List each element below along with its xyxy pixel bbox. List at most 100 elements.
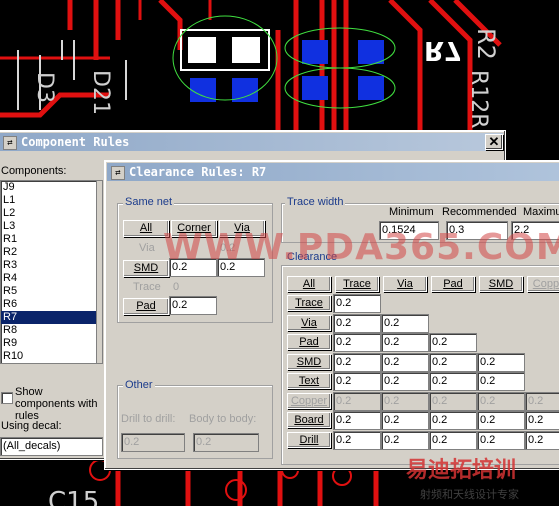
clearance-cell[interactable]: 0.2 [333,372,381,391]
clearance-cell[interactable]: 0.2 [381,430,429,450]
list-item[interactable]: L1 [1,194,102,207]
clearance-cell[interactable]: 0.2 [333,294,381,313]
same-net-smd-button[interactable]: SMD [123,260,169,277]
clearance-col-trace-button[interactable]: Trace [335,276,379,292]
clearance-row-copper-button: Copper [287,392,331,409]
clearance-cell: 0.2 [333,391,381,411]
clearance-cell[interactable]: 0.2 [429,352,477,372]
same-net-trace-value: 0 [173,281,180,293]
list-item[interactable]: R8 [1,324,102,337]
clearance-row-drill-button[interactable]: Drill [287,431,331,448]
body-to-body-field: 0.2 [193,433,259,452]
decal-select[interactable]: (All_decals) [0,437,103,456]
body-to-body-label: Body to body: [189,413,257,425]
show-components-label: Show components with rules [15,386,98,422]
same-net-all-button[interactable]: All [123,220,169,237]
clearance-cell[interactable]: 0.2 [381,352,429,372]
clearance-cell: 0.2 [381,391,429,411]
trace-width-minimum-field[interactable]: 0.1524 [379,221,439,240]
pcb-label-r2: R2 [472,28,500,60]
same-net-pad-field[interactable]: 0.2 [169,296,217,315]
clearance-row-pad-button[interactable]: Pad [287,334,331,350]
clearance-title: Clearance [285,251,340,263]
clearance-row-smd-button[interactable]: SMD [287,353,331,370]
clearance-cell[interactable]: 0.2 [333,430,381,450]
list-item[interactable]: R4 [1,272,102,285]
pcb-label-r7: R7 [424,35,462,65]
list-item-selected[interactable]: R7 [1,311,102,324]
clearance-row-via-button[interactable]: Via [287,314,331,331]
minimum-label: Minimum [389,206,434,218]
clearance-rules-window: ⇄ Clearance Rules: R7 Same net All Corner… [104,160,559,470]
trace-width-recommended-field[interactable]: 0.3 [446,221,508,240]
pcb-label-d21: D21 [88,70,113,115]
clearance-cell[interactable]: 0.2 [333,333,381,352]
list-item[interactable]: R2 [1,246,102,259]
clearance-cell[interactable]: 0.2 [477,352,525,372]
clearance-col-via-button[interactable]: Via [383,276,427,292]
same-net-smd-field[interactable]: 0.2 [169,258,217,277]
pcb-label-c15: C15 [48,487,99,506]
clearance-cell[interactable]: 0.2 [429,411,477,430]
clearance-cell[interactable]: 0.2 [477,430,525,450]
same-net-via-row-label: Via [139,242,155,254]
close-button[interactable]: ✕ [485,134,503,150]
pcb-label-d3: D3 [32,72,57,103]
clearance-cell[interactable]: 0.2 [381,411,429,430]
clearance-cell[interactable]: 0.2 [525,430,559,450]
watermark-logo: 易迪拓培训 [406,458,517,483]
clearance-row-text-button[interactable]: Text [287,373,331,389]
clearance-cell[interactable]: 0.2 [381,333,429,352]
clearance-row-trace-button[interactable]: Trace [287,295,331,311]
list-item[interactable]: L3 [1,220,102,233]
clearance-cell[interactable]: 0.2 [333,352,381,372]
clearance-all-button[interactable]: All [287,276,331,292]
same-net-pad-button[interactable]: Pad [123,298,169,315]
components-label: Components: [1,165,67,177]
clearance-rules-titlebar[interactable]: ⇄ Clearance Rules: R7 [107,163,559,181]
window-menu-icon[interactable]: ⇄ [111,165,125,180]
list-item[interactable]: R10 [1,350,102,363]
clearance-cell[interactable]: 0.2 [429,372,477,391]
clearance-cell: 0.2 [477,391,525,411]
clearance-cell[interactable]: 0.2 [381,372,429,391]
watermark-subtitle: 射频和天线设计专家 [420,488,519,501]
clearance-rules-title: Clearance Rules: R7 [129,165,267,179]
clearance-cell[interactable]: 0.2 [429,333,477,352]
clearance-cell: 0.2 [525,391,559,411]
clearance-col-coppe-button: Coppe [527,276,559,292]
other-title: Other [123,379,155,391]
same-net-via-button[interactable]: Via [219,220,265,237]
list-item[interactable]: L2 [1,207,102,220]
show-components-checkbox[interactable] [1,392,13,404]
list-scrollbar[interactable] [96,181,102,363]
clearance-row-board-button[interactable]: Board [287,412,331,428]
component-rules-titlebar[interactable]: ⇄ Component Rules [0,133,503,151]
trace-width-maximum-field[interactable]: 2.2 [511,221,559,240]
clearance-cell[interactable]: 0.2 [333,411,381,430]
component-rules-title: Component Rules [21,135,130,149]
clearance-col-smd-button[interactable]: SMD [479,276,523,292]
components-list[interactable]: J9 L1 L2 L3 R1 R2 R3 R4 R5 R6 R7 R8 R9 R… [0,180,103,364]
list-item[interactable]: R1 [1,233,102,246]
clearance-cell: 0.2 [429,391,477,411]
drill-to-drill-label: Drill to drill: [121,413,176,425]
clearance-cell[interactable]: 0.2 [477,411,525,430]
clearance-cell[interactable]: 0.2 [333,313,381,333]
clearance-cell[interactable]: 0.2 [429,430,477,450]
drill-to-drill-field: 0.2 [121,433,185,452]
same-net-trace-label: Trace [133,281,161,293]
same-net-via-field: 0.2 [217,239,263,257]
clearance-cell[interactable]: 0.2 [477,372,525,391]
same-net-smd-field-2[interactable]: 0.2 [217,258,265,277]
list-item[interactable]: R6 [1,298,102,311]
list-item[interactable]: R5 [1,285,102,298]
same-net-corner-button[interactable]: Corner [171,220,217,237]
clearance-col-pad-button[interactable]: Pad [431,276,475,292]
list-item[interactable]: R3 [1,259,102,272]
window-menu-icon[interactable]: ⇄ [3,135,17,150]
list-item[interactable]: R9 [1,337,102,350]
clearance-cell[interactable]: 0.2 [381,313,429,333]
clearance-cell[interactable]: 0.2 [525,411,559,430]
list-item[interactable]: J9 [1,181,102,194]
